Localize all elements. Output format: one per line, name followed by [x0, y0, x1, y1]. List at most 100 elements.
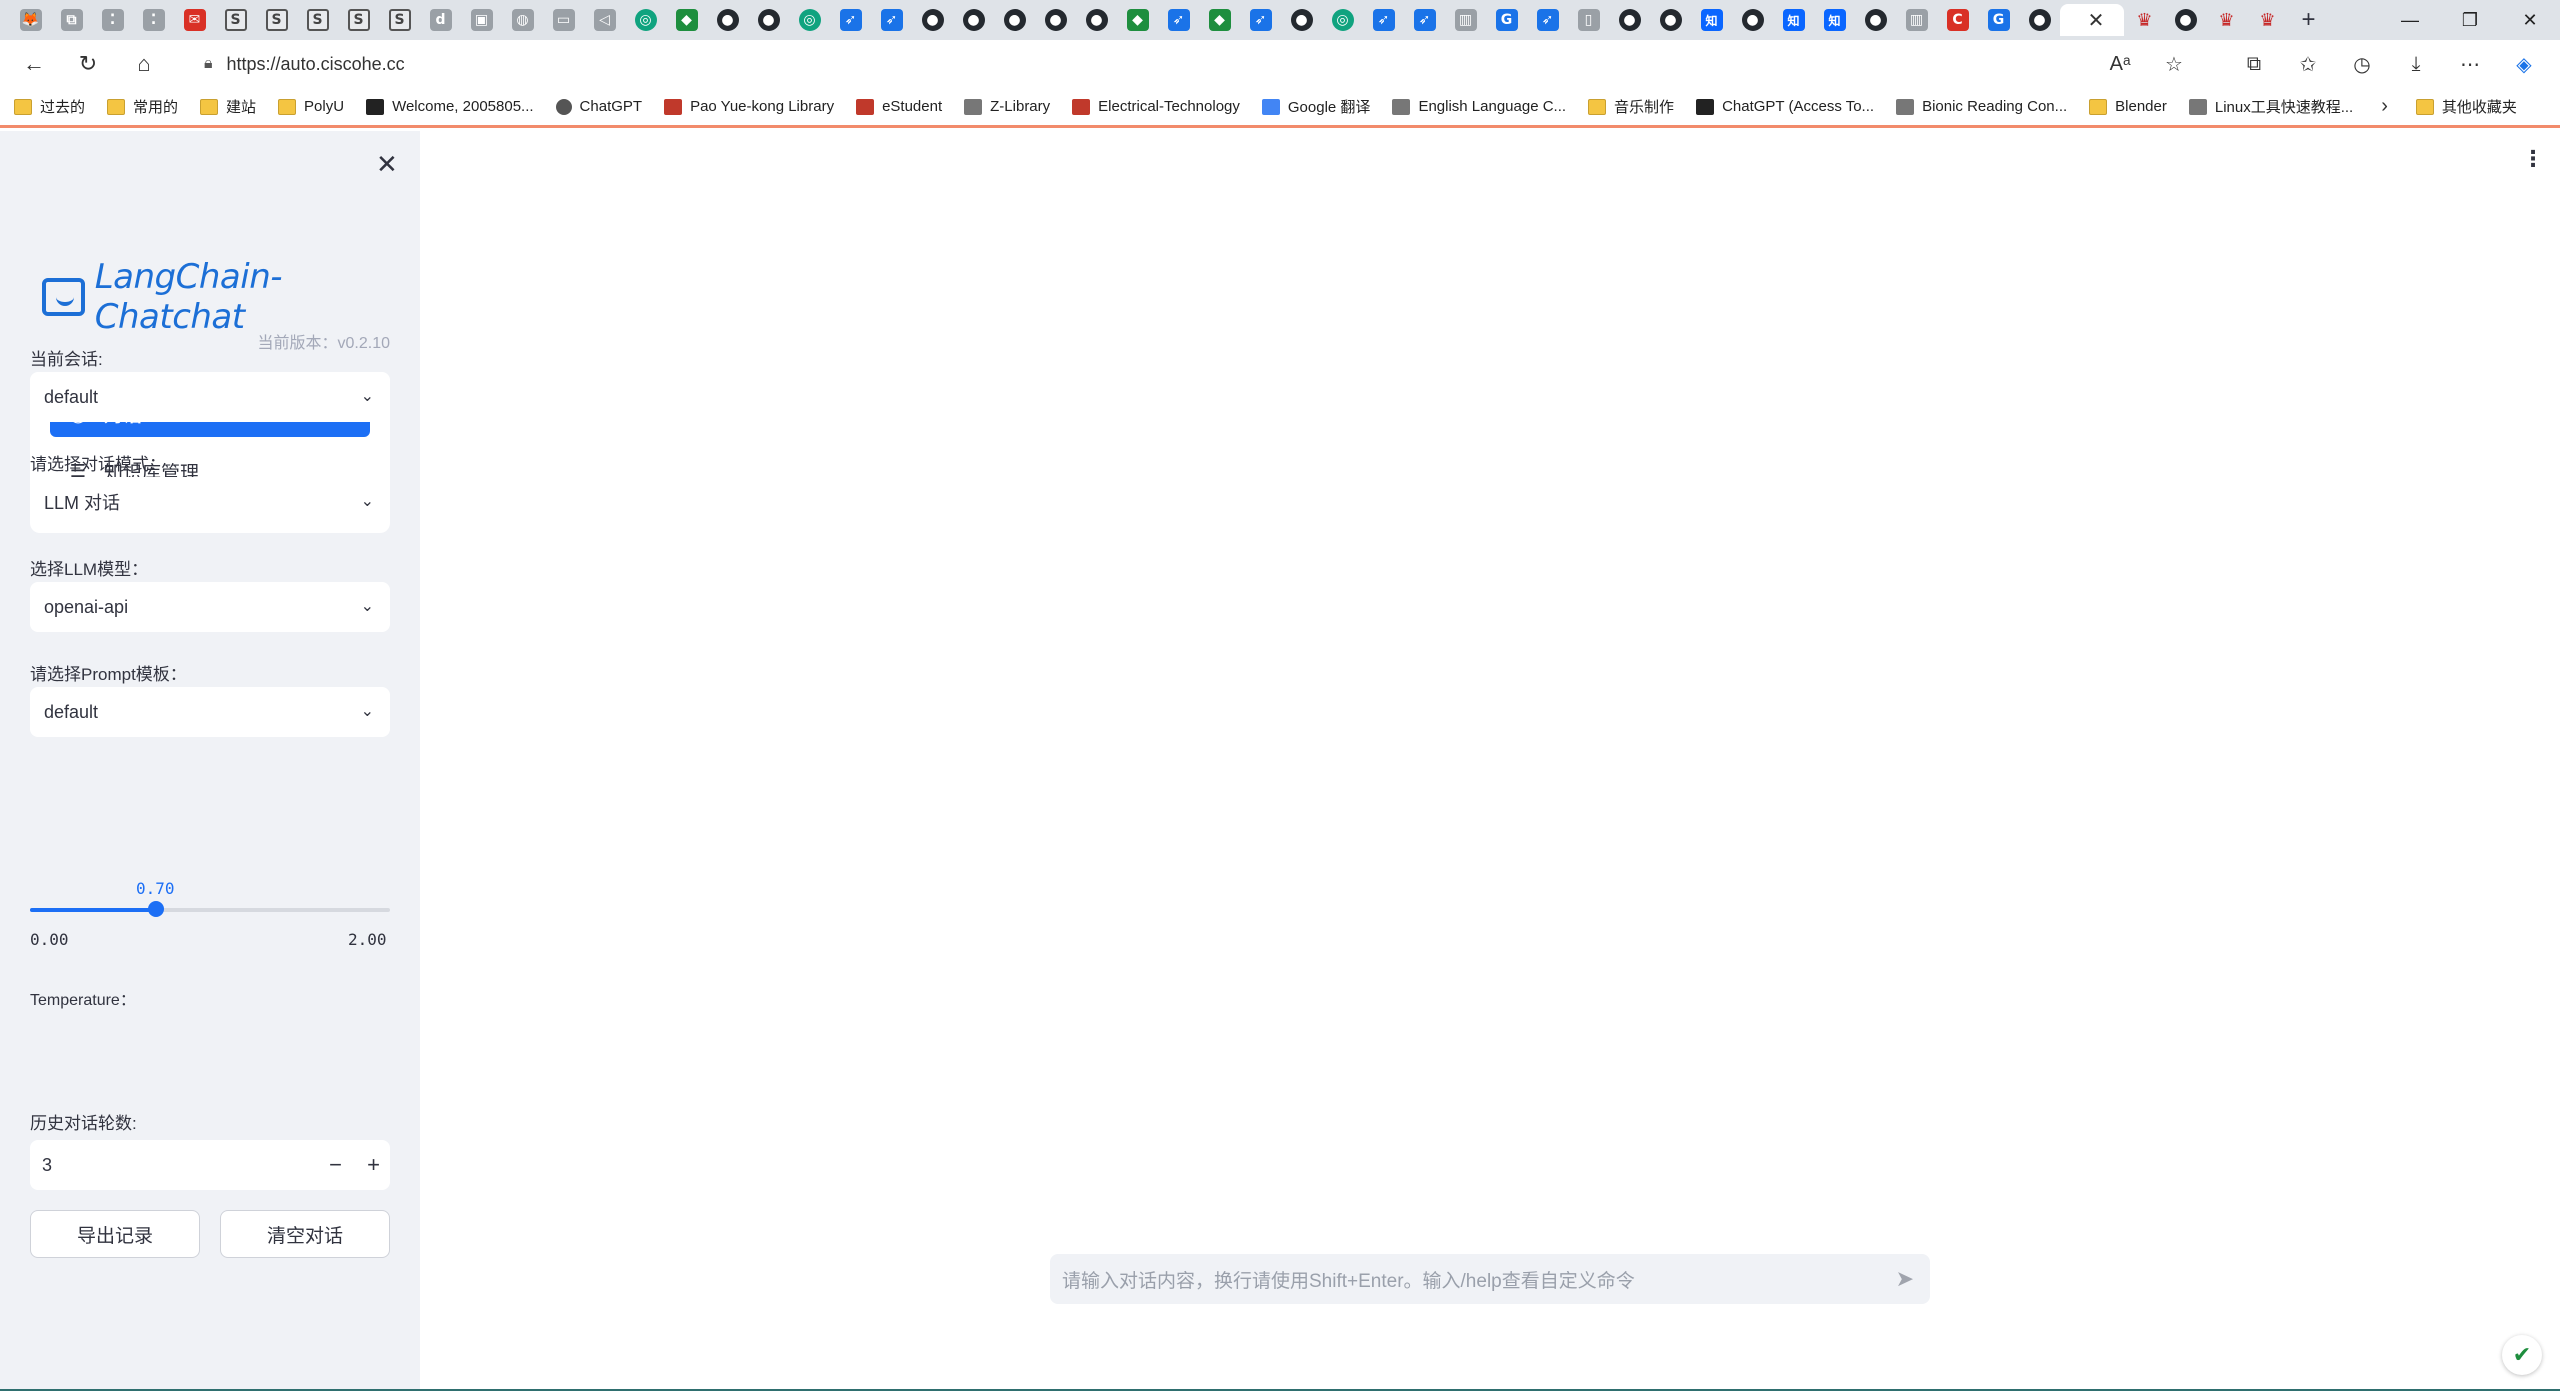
active-tab[interactable]: ✕: [2060, 4, 2124, 36]
browser-tab[interactable]: 知: [1773, 4, 1814, 36]
decrement-button[interactable]: −: [329, 1152, 342, 1178]
refresh-icon[interactable]: ↻: [72, 48, 104, 80]
minimize-icon[interactable]: —: [2380, 0, 2440, 40]
more-icon[interactable]: ⋯: [2454, 48, 2486, 80]
browser-tab[interactable]: ⁚: [92, 4, 133, 36]
close-sidebar-icon[interactable]: ✕: [376, 149, 398, 180]
browser-tab[interactable]: ●: [1035, 4, 1076, 36]
browser-tab[interactable]: ◎: [625, 4, 666, 36]
browser-tab[interactable]: ▥: [1445, 4, 1486, 36]
bookmark-item[interactable]: Z-Library: [964, 98, 1050, 115]
browser-tab[interactable]: ▭: [543, 4, 584, 36]
browser-tab[interactable]: ◎: [789, 4, 830, 36]
main-menu-icon[interactable]: ⋮: [2522, 146, 2544, 172]
bookmark-item[interactable]: 过去的: [14, 96, 85, 117]
copilot-icon[interactable]: ◈: [2508, 48, 2540, 80]
browser-tab[interactable]: ▣: [461, 4, 502, 36]
history-number-input[interactable]: 3 − +: [30, 1140, 390, 1190]
browser-tab[interactable]: ➶: [1158, 4, 1199, 36]
browser-tab[interactable]: C: [1937, 4, 1978, 36]
bookmark-item[interactable]: ChatGPT: [555, 98, 642, 115]
bookmark-item[interactable]: eStudent: [856, 98, 942, 115]
bookmark-item[interactable]: Pao Yue-kong Library: [664, 98, 834, 115]
browser-tab[interactable]: ●: [2019, 4, 2060, 36]
send-icon[interactable]: ➤: [1896, 1266, 1914, 1292]
lock-icon[interactable]: 🔒︎: [204, 55, 213, 73]
browser-tab[interactable]: ●: [707, 4, 748, 36]
extensions-icon[interactable]: ⧉: [2238, 48, 2270, 80]
temperature-slider[interactable]: [30, 901, 390, 917]
favorites-icon[interactable]: ✩: [2292, 48, 2324, 80]
read-aloud-icon[interactable]: Aᵃ: [2104, 48, 2136, 80]
browser-tab[interactable]: S: [379, 4, 420, 36]
browser-tab[interactable]: ●: [1609, 4, 1650, 36]
browser-tab[interactable]: ◆: [1117, 4, 1158, 36]
bookmark-item[interactable]: Blender: [2089, 98, 2167, 115]
restore-icon[interactable]: ❐: [2440, 0, 2500, 40]
close-window-icon[interactable]: ✕: [2500, 0, 2560, 40]
back-icon[interactable]: ←: [18, 48, 50, 80]
browser-tab[interactable]: ♛: [2206, 4, 2247, 36]
browser-tab[interactable]: ●: [1076, 4, 1117, 36]
url-text[interactable]: https://auto.ciscohe.cc: [227, 54, 405, 75]
browser-tab[interactable]: ➶: [1404, 4, 1445, 36]
history-value[interactable]: 3: [42, 1155, 52, 1176]
browser-tab[interactable]: ➶: [830, 4, 871, 36]
browser-tab[interactable]: S: [338, 4, 379, 36]
home-icon[interactable]: ⌂: [128, 48, 160, 80]
browser-tab[interactable]: ●: [912, 4, 953, 36]
bookmark-item[interactable]: Linux工具快速教程...: [2188, 96, 2353, 117]
bookmark-item[interactable]: Electrical-Technology: [1072, 98, 1240, 115]
other-bookmarks[interactable]: 其他收藏夹: [2415, 96, 2517, 117]
browser-tab[interactable]: G: [1486, 4, 1527, 36]
new-tab-button[interactable]: +: [2288, 4, 2329, 36]
url-field[interactable]: 🔒︎ https://auto.ciscohe.cc: [182, 46, 2178, 82]
browser-tab[interactable]: ♛: [2247, 4, 2288, 36]
browser-tab[interactable]: 🦊: [10, 4, 51, 36]
security-shield-icon[interactable]: ✔: [2502, 1335, 2542, 1375]
browser-tab[interactable]: ➶: [871, 4, 912, 36]
conversation-select[interactable]: default ⌄: [30, 372, 390, 422]
browser-tab[interactable]: ✉: [174, 4, 215, 36]
chat-input-placeholder[interactable]: 请输入对话内容，换行请使用Shift+Enter。输入/help查看自定义命令: [1062, 1266, 1635, 1293]
bookmark-item[interactable]: 常用的: [107, 96, 178, 117]
bookmark-item[interactable]: Bionic Reading Con...: [1896, 98, 2067, 115]
browser-tab[interactable]: G: [1978, 4, 2019, 36]
browser-tab[interactable]: d: [420, 4, 461, 36]
browser-tab[interactable]: ●: [1650, 4, 1691, 36]
browser-tab[interactable]: ➶: [1240, 4, 1281, 36]
model-select[interactable]: openai-api ⌄: [30, 582, 390, 632]
close-tab-icon[interactable]: ✕: [2088, 8, 2105, 33]
browser-tab[interactable]: ◎: [1322, 4, 1363, 36]
increment-button[interactable]: +: [367, 1152, 380, 1178]
favorite-star-icon[interactable]: ☆: [2158, 48, 2190, 80]
bookmark-item[interactable]: Google 翻译: [1261, 96, 1370, 117]
browser-tab[interactable]: S: [297, 4, 338, 36]
bookmark-item[interactable]: English Language C...: [1392, 98, 1566, 115]
bookmark-item[interactable]: Welcome, 2005805...: [366, 98, 534, 115]
chevron-right-icon[interactable]: ›: [2381, 95, 2388, 118]
browser-tab[interactable]: ▥: [1896, 4, 1937, 36]
browser-tab[interactable]: ♛: [2124, 4, 2165, 36]
browser-tab[interactable]: ▯: [1568, 4, 1609, 36]
browser-tab[interactable]: S: [215, 4, 256, 36]
download-icon[interactable]: ⤓: [2400, 48, 2432, 80]
browser-tab[interactable]: ◆: [1199, 4, 1240, 36]
bookmark-item[interactable]: 建站: [200, 96, 256, 117]
clear-chat-button[interactable]: 清空对话: [220, 1210, 390, 1258]
browser-tab[interactable]: ●: [748, 4, 789, 36]
history-icon[interactable]: ◷: [2346, 48, 2378, 80]
browser-tab[interactable]: ◁: [584, 4, 625, 36]
browser-tab[interactable]: 知: [1814, 4, 1855, 36]
browser-tab[interactable]: 知: [1691, 4, 1732, 36]
bookmark-item[interactable]: ChatGPT (Access To...: [1696, 98, 1874, 115]
bookmark-item[interactable]: 音乐制作: [1588, 96, 1674, 117]
browser-tab[interactable]: ◍: [502, 4, 543, 36]
browser-tab[interactable]: ●: [953, 4, 994, 36]
browser-tab[interactable]: ●: [1732, 4, 1773, 36]
chat-input[interactable]: 请输入对话内容，换行请使用Shift+Enter。输入/help查看自定义命令 …: [1050, 1254, 1930, 1304]
prompt-select[interactable]: default ⌄: [30, 687, 390, 737]
bookmark-item[interactable]: PolyU: [278, 98, 344, 115]
browser-tab[interactable]: ⧉: [51, 4, 92, 36]
browser-tab[interactable]: ⁚: [133, 4, 174, 36]
